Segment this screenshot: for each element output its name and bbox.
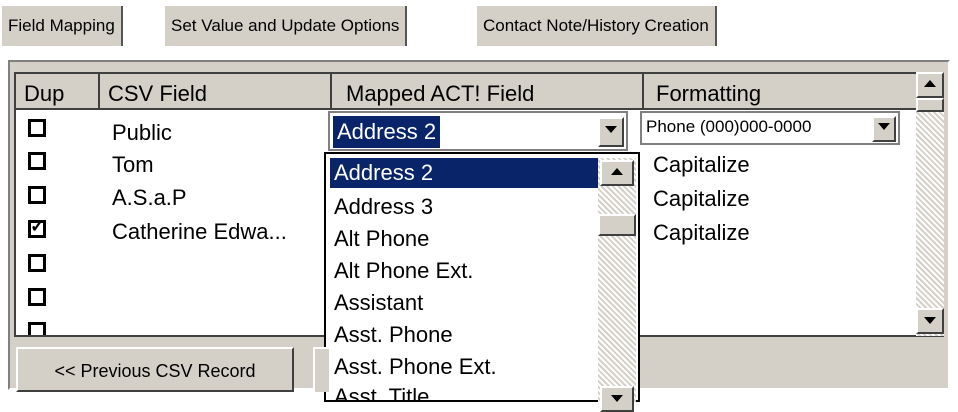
- mapped-field-dropdown-list[interactable]: Address 2 Address 3 Alt Phone Alt Phone …: [324, 152, 640, 402]
- dup-checkbox-checked[interactable]: [28, 216, 46, 238]
- scroll-up-button[interactable]: [916, 72, 944, 98]
- column-header-csv-field[interactable]: CSV Field: [100, 74, 332, 110]
- tab-field-mapping[interactable]: Field Mapping: [0, 6, 123, 46]
- arrow-down-icon: [611, 395, 623, 402]
- column-header-formatting[interactable]: Formatting: [644, 74, 942, 110]
- next-csv-record-button[interactable]: [313, 347, 329, 392]
- dup-checkbox[interactable]: [28, 288, 46, 306]
- csv-field-cell: Public: [112, 120, 172, 145]
- formatting-cell: Capitalize: [653, 152, 750, 177]
- mapped-field-combobox[interactable]: Address 2: [328, 111, 628, 151]
- formatting-cell: Capitalize: [653, 220, 750, 245]
- csv-field-cell: A.S.a.P: [112, 185, 187, 210]
- formatting-cell: Capitalize: [653, 186, 750, 211]
- dropdown-scroll-up-button[interactable]: [600, 160, 634, 186]
- formatting-combobox[interactable]: Phone (000)000-0000: [640, 111, 900, 145]
- formatting-dropdown-button[interactable]: [872, 116, 896, 142]
- dropdown-item[interactable]: Assistant: [330, 288, 423, 318]
- dropdown-scroll-down-button[interactable]: [600, 386, 634, 412]
- dropdown-item[interactable]: Asst. Title: [330, 382, 429, 400]
- scroll-down-button[interactable]: [916, 308, 944, 334]
- arrow-up-icon: [611, 168, 623, 175]
- dup-checkbox[interactable]: [28, 322, 46, 335]
- tab-contact-note-history[interactable]: Contact Note/History Creation: [475, 6, 717, 46]
- dropdown-item[interactable]: Address 3: [330, 192, 433, 222]
- column-header-dup[interactable]: Dup: [16, 74, 100, 110]
- dropdown-item[interactable]: Asst. Phone: [330, 320, 453, 350]
- grid-scrollbar[interactable]: [916, 72, 944, 336]
- tab-strip: Field Mapping Set Value and Update Optio…: [0, 0, 800, 50]
- dup-checkbox[interactable]: [28, 152, 46, 170]
- tab-set-value-update-options[interactable]: Set Value and Update Options: [163, 6, 408, 46]
- previous-csv-record-button[interactable]: << Previous CSV Record: [16, 347, 294, 392]
- dup-checkbox[interactable]: [28, 254, 46, 272]
- dup-checkbox[interactable]: [28, 119, 46, 137]
- dropdown-scroll-thumb[interactable]: [598, 214, 636, 236]
- arrow-down-icon: [924, 317, 936, 324]
- dropdown-item-selected[interactable]: Address 2: [330, 158, 612, 188]
- dropdown-item[interactable]: Alt Phone Ext.: [330, 256, 473, 286]
- chevron-down-icon: [878, 123, 890, 130]
- csv-field-cell: Catherine Edwa...: [112, 219, 287, 244]
- arrow-up-icon: [924, 80, 936, 87]
- column-header-mapped-field[interactable]: Mapped ACT! Field: [332, 74, 644, 110]
- mapped-field-value: Address 2: [333, 116, 441, 148]
- dropdown-item[interactable]: Alt Phone: [330, 224, 429, 254]
- dup-checkbox[interactable]: [28, 186, 46, 204]
- dropdown-scrollbar[interactable]: [598, 158, 636, 412]
- csv-field-cell: Tom: [112, 152, 154, 177]
- scroll-thumb[interactable]: [916, 98, 944, 112]
- dropdown-item[interactable]: Asst. Phone Ext.: [330, 352, 497, 382]
- tab-divider: [0, 46, 795, 48]
- formatting-value: Phone (000)000-0000: [646, 117, 812, 136]
- mapped-field-dropdown-button[interactable]: [598, 117, 624, 147]
- chevron-down-icon: [605, 126, 617, 133]
